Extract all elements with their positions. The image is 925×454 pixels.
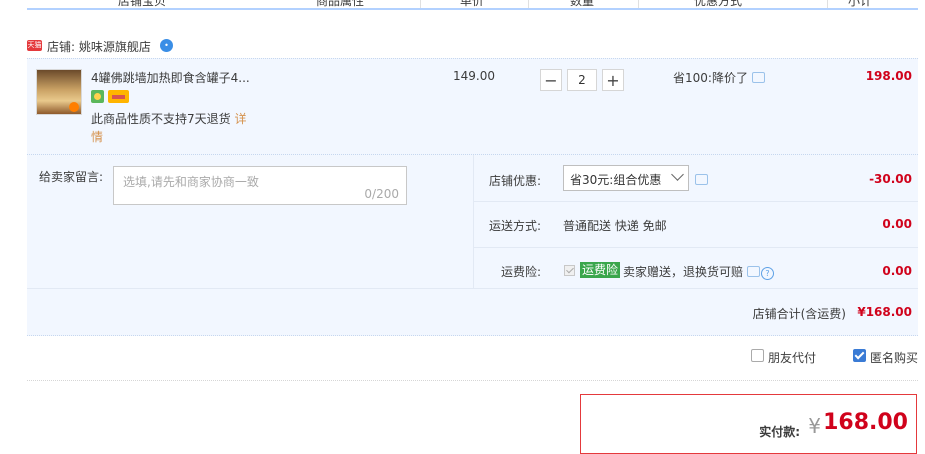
shop-total-value: ¥168.00 xyxy=(857,305,912,319)
friend-pay-checkbox[interactable] xyxy=(751,349,764,362)
chat-icon[interactable]: • xyxy=(160,39,173,52)
shop-total-label: 店铺合计(含运费) xyxy=(752,307,846,321)
message-icon[interactable] xyxy=(747,266,761,277)
no-return-notice: 此商品性质不支持7天退货 详情 xyxy=(91,110,251,146)
qty-minus-button[interactable]: − xyxy=(540,69,562,91)
header-divider xyxy=(638,0,639,8)
footer-divider xyxy=(27,380,918,381)
no-return-text: 此商品性质不支持7天退货 xyxy=(91,112,231,126)
shipping-label: 运送方式: xyxy=(489,219,542,233)
message-icon[interactable] xyxy=(751,72,765,83)
qty-input[interactable]: 2 xyxy=(567,69,597,91)
order-options-panel: 给卖家留言: 选填,请先和商家协商一致 0/200 店铺优惠: 省30元:组合优… xyxy=(27,154,918,336)
shop-discount-amount: -30.00 xyxy=(869,172,912,186)
row-divider xyxy=(473,201,918,202)
header-divider xyxy=(420,0,421,8)
item-discount-text: 省100:降价了 xyxy=(673,71,748,85)
pay-amount: 168.00 xyxy=(823,410,908,435)
shop-discount-label: 店铺优惠: xyxy=(489,174,542,188)
shop-discount-value: 省30元:组合优惠 xyxy=(570,173,662,187)
unit-price: 149.00 xyxy=(453,69,495,83)
product-thumbnail[interactable] xyxy=(36,69,82,115)
insurance-checkbox xyxy=(564,265,575,276)
seller-message-input[interactable]: 选填,请先和商家协商一致 0/200 xyxy=(113,166,407,205)
insurance-text: 卖家赠送，退换货可赔? xyxy=(623,263,775,280)
help-icon[interactable]: ? xyxy=(761,267,775,280)
header-underline xyxy=(27,8,918,10)
item-discount: 省100:降价了 xyxy=(673,69,765,86)
insurance-label: 运费险: xyxy=(501,265,542,279)
insurance-amount: 0.00 xyxy=(882,264,912,278)
message-placeholder: 选填,请先和商家协商一致 xyxy=(123,175,259,189)
shop-discount-select[interactable]: 省30元:组合优惠 xyxy=(563,165,689,191)
chevron-down-icon xyxy=(671,168,684,181)
options-divider xyxy=(473,155,474,288)
friend-pay-label[interactable]: 朋友代付 xyxy=(768,349,816,366)
insurance-description: 卖家赠送，退换货可赔 xyxy=(623,265,744,279)
message-label: 给卖家留言: xyxy=(39,170,104,184)
shipping-method: 普通配送 快递 免邮 xyxy=(563,219,667,233)
thumbnail-badge-icon xyxy=(69,102,79,112)
item-subtotal: 198.00 xyxy=(865,69,912,83)
header-divider xyxy=(827,0,828,8)
anonymous-checkbox[interactable] xyxy=(853,349,866,362)
insurance-tag: 运费险 xyxy=(580,262,621,278)
qty-plus-button[interactable]: + xyxy=(602,69,624,91)
credit-card-icon[interactable] xyxy=(108,90,129,103)
item-title-link[interactable]: 4罐佛跳墙加热即食含罐子4... xyxy=(91,69,250,86)
pay-label: 实付款: xyxy=(759,425,800,439)
shipping-amount: 0.00 xyxy=(882,217,912,231)
service-badge-icon[interactable] xyxy=(91,90,104,103)
pay-currency: ¥ xyxy=(808,414,821,438)
message-char-count: 0/200 xyxy=(364,187,399,201)
header-divider xyxy=(528,0,529,8)
row-divider xyxy=(473,247,918,248)
shop-total-row: 店铺合计(含运费) ¥168.00 xyxy=(27,288,918,336)
shop-name[interactable]: 店铺: 姚味源旗舰店 xyxy=(47,38,151,55)
payment-summary: 实付款: ¥ 168.00 xyxy=(580,394,917,454)
anonymous-label[interactable]: 匿名购买 xyxy=(870,349,918,366)
tmall-badge-icon: 天猫 xyxy=(27,40,42,51)
message-icon[interactable] xyxy=(695,174,708,185)
item-row: 4罐佛跳墙加热即食含罐子4... 此商品性质不支持7天退货 详情 149.00 … xyxy=(27,58,918,154)
